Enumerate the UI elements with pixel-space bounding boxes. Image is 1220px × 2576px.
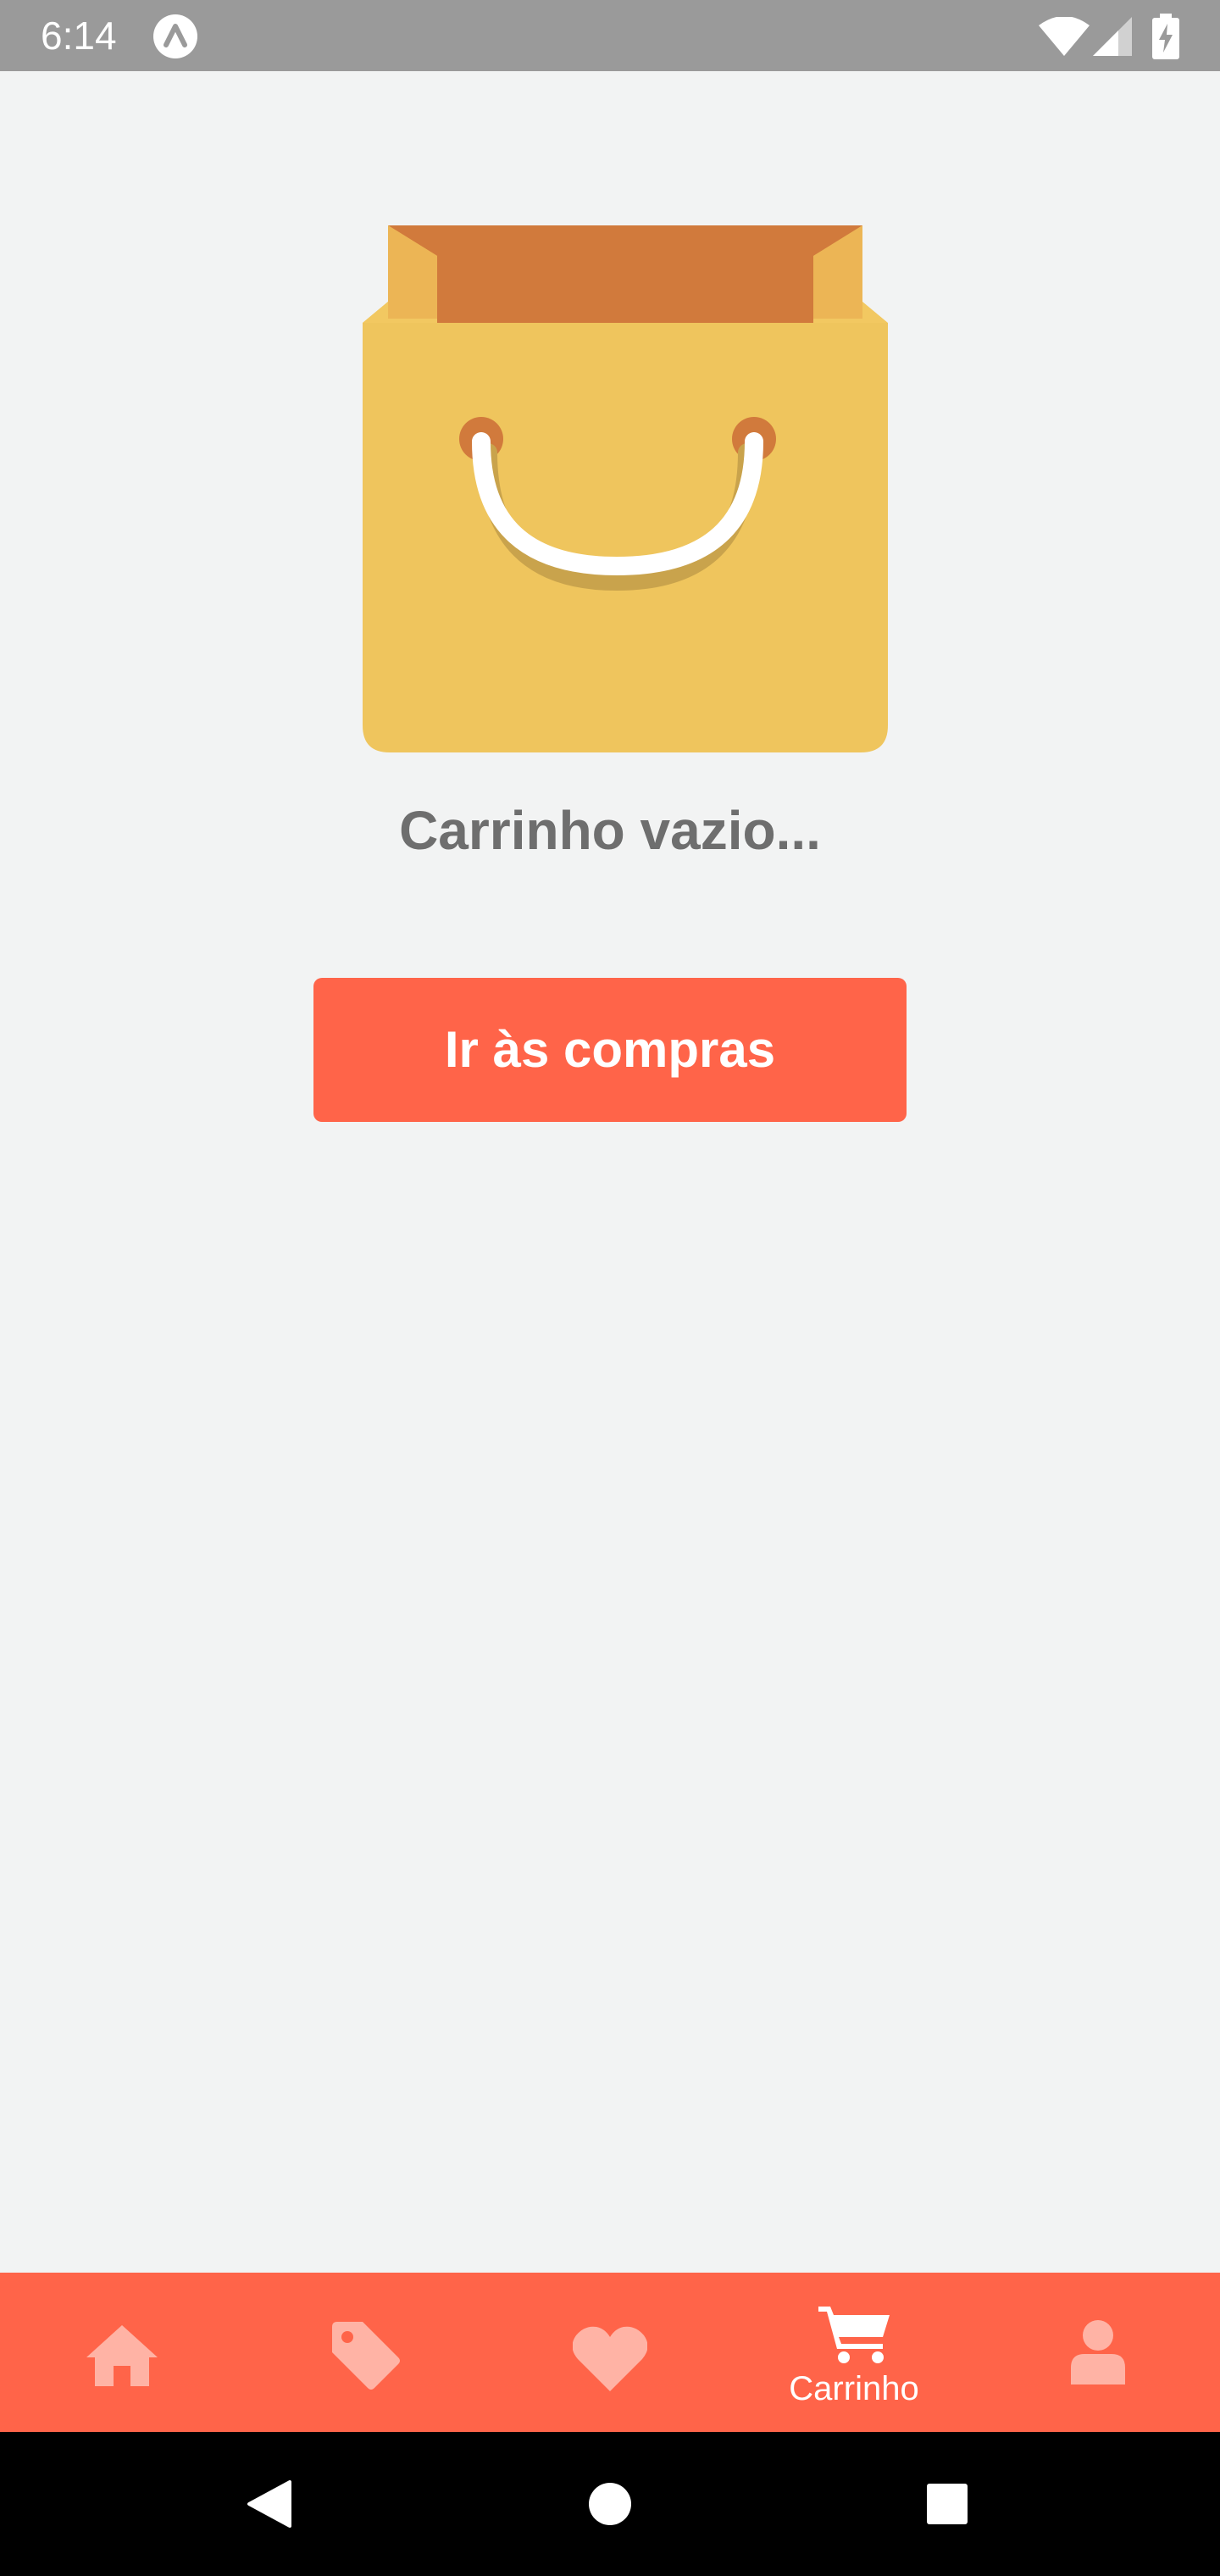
user-icon [1071, 2320, 1125, 2384]
tab-profile[interactable] [976, 2273, 1220, 2432]
expo-icon [153, 14, 197, 58]
signal-icon [1093, 17, 1132, 56]
nav-home-button[interactable] [525, 2432, 695, 2576]
status-time: 6:14 [41, 14, 117, 58]
bottom-tab-bar: Carrinho [0, 2273, 1220, 2432]
back-triangle-icon [247, 2480, 291, 2528]
home-icon [86, 2325, 158, 2386]
tag-icon [332, 2322, 400, 2390]
go-shopping-button[interactable]: Ir às compras [313, 978, 907, 1122]
empty-cart-message: Carrinho vazio... [399, 800, 821, 861]
system-navigation-bar [0, 2432, 1220, 2576]
shopping-bag-illustration [363, 225, 888, 752]
tab-offers[interactable] [244, 2273, 488, 2432]
nav-back-button[interactable] [185, 2432, 354, 2576]
tab-cart-label: Carrinho [789, 2370, 919, 2407]
main-content: Carrinho vazio... Ir às compras [0, 71, 1220, 2273]
tab-cart[interactable]: Carrinho [732, 2273, 976, 2432]
battery-charging-icon [1152, 14, 1179, 59]
tab-favorites[interactable] [488, 2273, 732, 2432]
tab-home[interactable] [0, 2273, 244, 2432]
cart-icon [818, 2307, 890, 2363]
recents-square-icon [927, 2484, 968, 2524]
wifi-icon [1039, 17, 1090, 56]
home-circle-icon [589, 2483, 631, 2525]
heart-icon [573, 2326, 647, 2391]
status-bar: 6:14 [0, 0, 1220, 71]
nav-recents-button[interactable] [862, 2432, 1032, 2576]
